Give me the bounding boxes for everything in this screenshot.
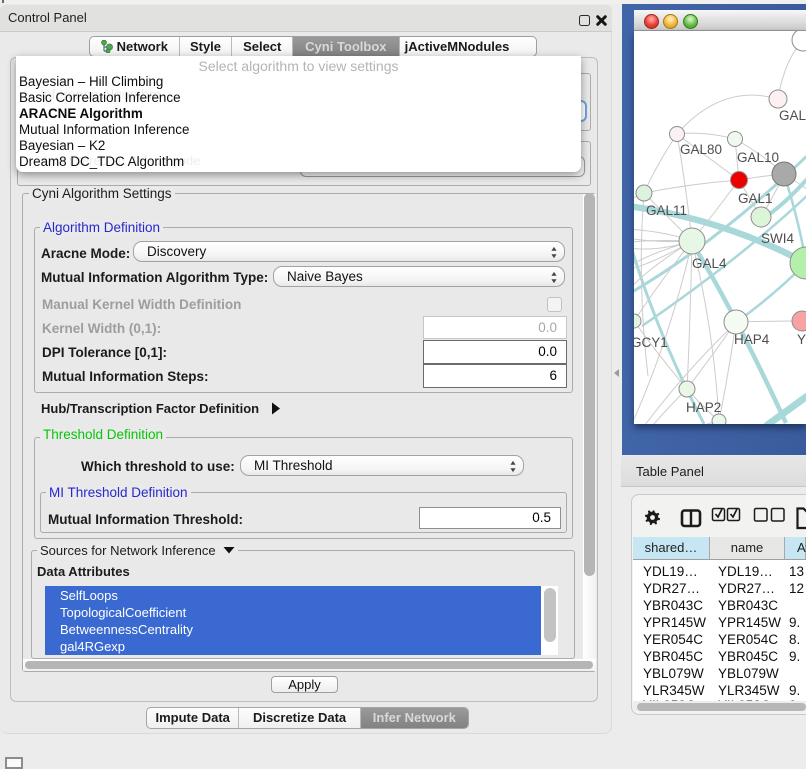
- svg-text:GAL10: GAL10: [737, 150, 779, 165]
- svg-text:HAP2: HAP2: [686, 400, 721, 415]
- svg-text:GAL11: GAL11: [646, 203, 687, 218]
- svg-text:GAL4: GAL4: [692, 256, 727, 271]
- svg-text:GAL7: GAL7: [779, 108, 806, 123]
- svg-text:SWI4: SWI4: [761, 231, 794, 246]
- svg-text:Y: Y: [797, 332, 806, 347]
- svg-text:HAP4: HAP4: [734, 332, 770, 347]
- svg-text:GAL80: GAL80: [680, 142, 722, 157]
- svg-text:GCY1: GCY1: [634, 335, 668, 350]
- svg-text:GAL1: GAL1: [738, 191, 773, 206]
